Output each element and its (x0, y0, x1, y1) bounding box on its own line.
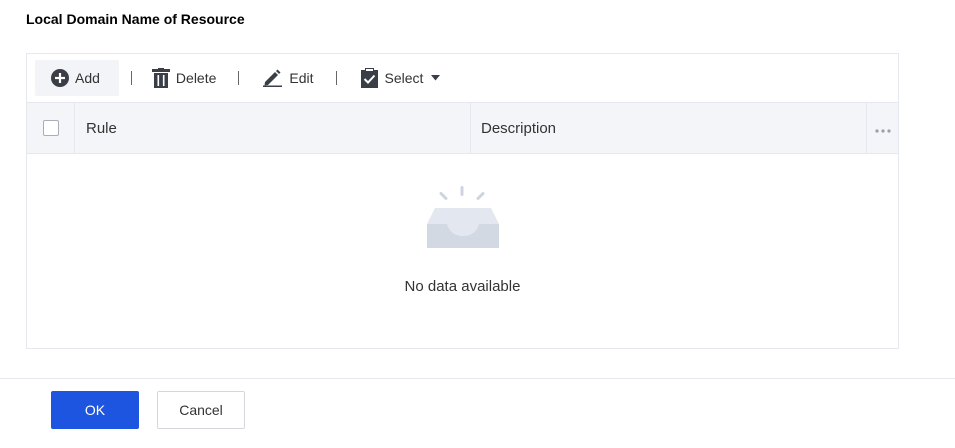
plus-circle-icon (51, 69, 69, 87)
table-header: Rule Description (27, 102, 898, 154)
trash-icon (151, 68, 170, 88)
delete-button[interactable]: Delete (144, 60, 226, 96)
add-label: Add (75, 70, 100, 86)
checked-doc-icon (360, 68, 379, 88)
edit-label: Edit (289, 70, 314, 86)
rules-panel: Add Delete Edit Select Rule Description … (26, 53, 899, 349)
cancel-button[interactable]: Cancel (157, 391, 245, 429)
select-all-checkbox[interactable] (42, 120, 59, 136)
toolbar-divider (130, 71, 132, 85)
page: Local Domain Name of Resource Add Delete… (0, 0, 955, 448)
select-dropdown[interactable]: Select (349, 60, 451, 96)
column-header-description: Description (471, 103, 867, 153)
ok-button[interactable]: OK (51, 391, 139, 429)
column-header-rule: Rule (75, 103, 471, 153)
empty-inbox-icon (425, 186, 501, 257)
select-label: Select (384, 70, 424, 86)
edit-button[interactable]: Edit (251, 60, 323, 96)
column-settings-button[interactable] (867, 103, 898, 153)
add-button[interactable]: Add (35, 60, 119, 96)
footer-divider (0, 378, 955, 379)
pencil-icon (263, 69, 283, 87)
header-checkbox-cell (27, 103, 75, 153)
empty-state-text: No data available (404, 278, 521, 295)
more-horizontal-icon (874, 120, 891, 137)
caret-down-icon (431, 75, 441, 81)
toolbar: Add Delete Edit Select (27, 54, 900, 102)
section-title: Local Domain Name of Resource (26, 11, 245, 27)
delete-label: Delete (175, 70, 217, 86)
toolbar-divider (238, 71, 240, 85)
empty-state: No data available (27, 154, 898, 348)
toolbar-divider (335, 71, 337, 85)
